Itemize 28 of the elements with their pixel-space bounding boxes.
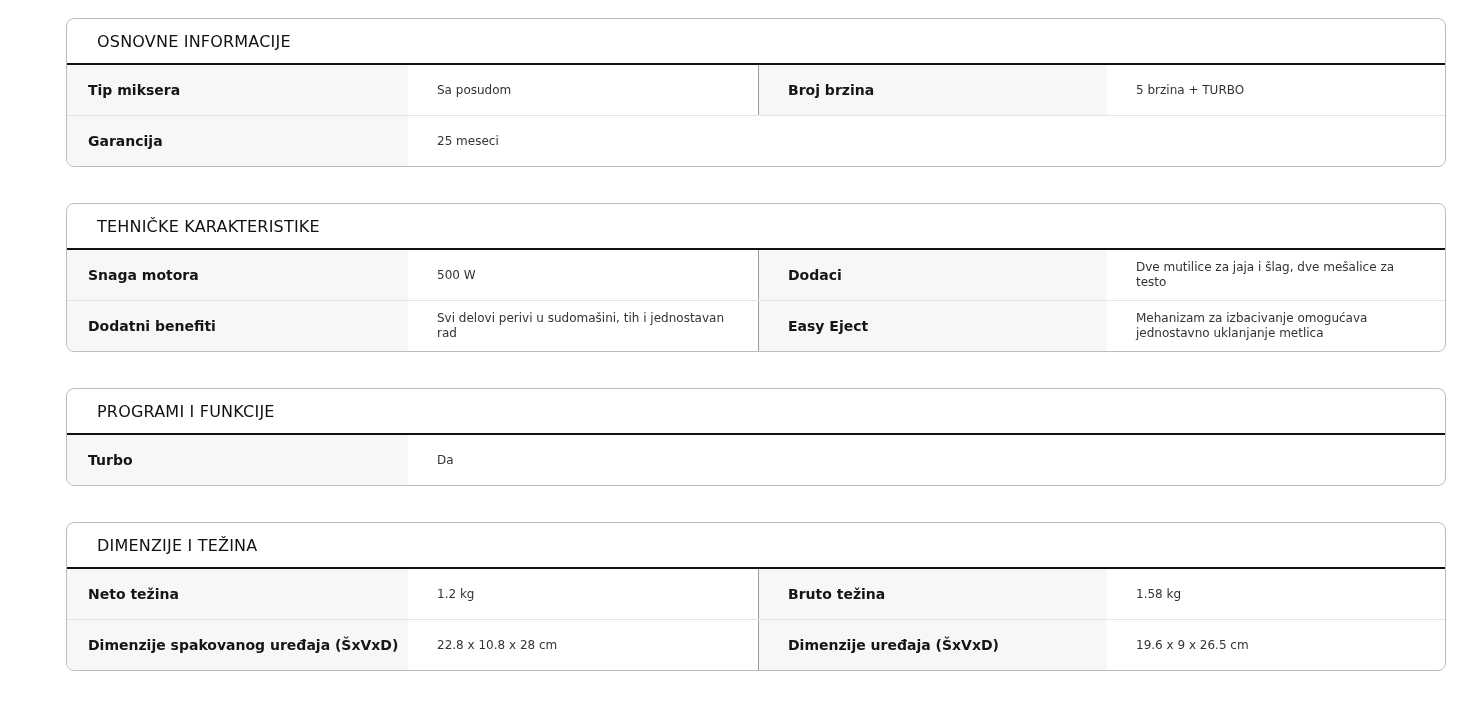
value-cell-text: 19.6 x 9 x 26.5 cm — [1135, 636, 1250, 654]
label-cell: Dodatni benefiti — [67, 301, 408, 351]
value-cell-text: Mehanizam za izbacivanje omogućava jednostavno uklanjanje metlica — [1134, 310, 1369, 342]
value-cell-text: Sa posudom — [436, 81, 513, 99]
section-title: TEHNIČKE KARAKTERISTIKE — [97, 216, 320, 236]
value-cell-text: Dve mutilice za jaja i šlag, dve mešalice za testo — [1135, 259, 1396, 291]
value-cell-text: 1.58 kg — [1135, 585, 1183, 603]
label-cell: Broj brzina — [758, 65, 1107, 115]
label-cell: Garancija — [67, 116, 408, 166]
label-cell: Neto težina — [67, 569, 408, 619]
value-cell-text: 22.8 x 10.8 x 28 cm — [436, 636, 559, 654]
label-cell: Bruto težina — [758, 569, 1107, 619]
section-title: PROGRAMI I FUNKCIJE — [97, 401, 275, 421]
label-cell: Turbo — [67, 435, 408, 485]
value-cell-text: 25 meseci — [436, 132, 500, 150]
label-cell: Dodaci — [758, 250, 1107, 300]
value-cell-text: 500 W — [436, 266, 477, 284]
value-cell-text: Da — [436, 451, 455, 469]
value-cell-text: Svi delovi perivi u sudomašini, tih i jednostavan rad — [436, 310, 725, 342]
value-cell-text: 5 brzina + TURBO — [1135, 81, 1246, 99]
label-cell: Dimenzije uređaja (ŠxVxD) — [758, 620, 1107, 670]
section-title: OSNOVNE INFORMACIJE — [97, 31, 291, 51]
section-title: DIMENZIJE I TEŽINA — [97, 535, 258, 555]
label-cell: Snaga motora — [67, 250, 408, 300]
label-cell: Dimenzije spakovanog uređaja (ŠxVxD) — [67, 620, 408, 670]
value-cell-text: 1.2 kg — [436, 585, 476, 603]
label-cell: Easy Eject — [758, 301, 1107, 351]
label-cell: Tip miksera — [67, 65, 408, 115]
